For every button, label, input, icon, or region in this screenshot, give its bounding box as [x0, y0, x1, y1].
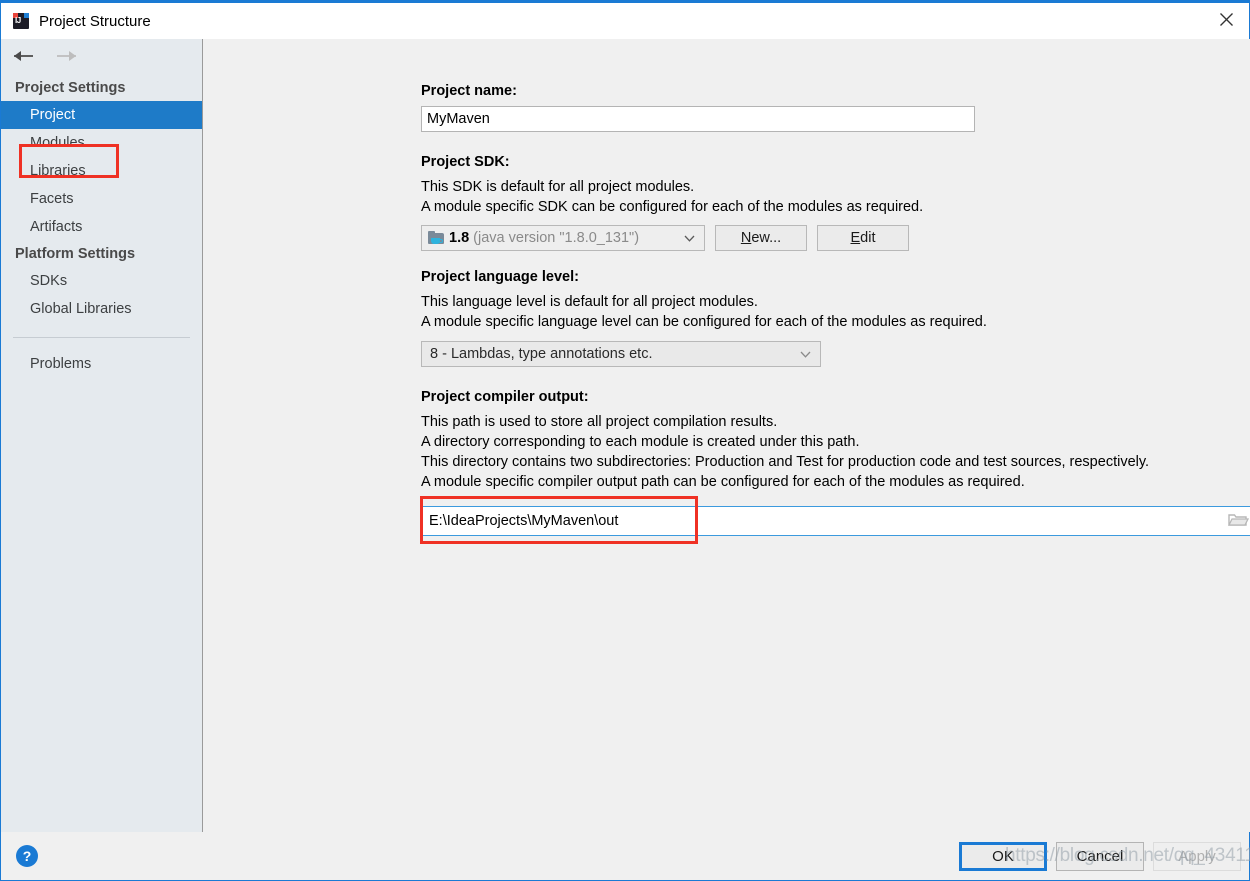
compiler-output-path-value: E:\IdeaProjects\MyMaven\out [429, 513, 619, 529]
compiler-output-path-field[interactable]: E:\IdeaProjects\MyMaven\out [421, 506, 1250, 536]
sdk-detail-text: (java version "1.8.0_131") [473, 230, 640, 246]
sidebar-item-facets[interactable]: Facets [1, 185, 202, 213]
sidebar-item-project[interactable]: Project [1, 101, 202, 129]
edit-sdk-button[interactable]: Edit [817, 225, 909, 251]
apply-button: Apply [1153, 841, 1241, 871]
project-settings-panel: Project name: Project SDK: This SDK is d… [203, 39, 1250, 832]
title-bar: IJ Project Structure [1, 3, 1249, 39]
sidebar-item-label: SDKs [30, 273, 68, 289]
project-sdk-label: Project SDK: [421, 154, 510, 170]
project-name-input[interactable] [421, 106, 975, 132]
project-sdk-desc-1: This SDK is default for all project modu… [421, 179, 695, 195]
sidebar-item-problems[interactable]: Problems [1, 350, 202, 378]
forward-arrow-icon [55, 49, 77, 66]
nav-arrow-bar [1, 39, 202, 75]
chevron-down-icon [684, 230, 695, 246]
sidebar-item-label: Libraries [30, 163, 86, 179]
project-name-label: Project name: [421, 83, 517, 99]
project-sdk-combobox[interactable]: 1.8 (java version "1.8.0_131") [421, 225, 705, 251]
compiler-output-desc-1: This path is used to store all project c… [421, 414, 778, 430]
ok-button[interactable]: OK [959, 841, 1047, 871]
sidebar-item-libraries[interactable]: Libraries [1, 157, 202, 185]
sidebar-item-label: Facets [30, 191, 74, 207]
compiler-output-label: Project compiler output: [421, 389, 589, 405]
new-button-rest: ew... [751, 230, 782, 246]
cancel-button[interactable]: Cancel [1056, 841, 1144, 871]
folder-browse-icon[interactable] [1227, 511, 1250, 531]
new-sdk-button[interactable]: New... [715, 225, 807, 251]
window-title: Project Structure [39, 12, 151, 30]
back-arrow-icon[interactable] [13, 49, 35, 66]
sidebar-item-label: Problems [30, 356, 92, 372]
sidebar-item-sdks[interactable]: SDKs [1, 267, 202, 295]
dialog-button-bar: OK Cancel Apply [959, 841, 1241, 871]
group-title-project-settings: Project Settings [15, 80, 126, 96]
dialog-footer: ? OK Cancel Apply [1, 832, 1249, 880]
close-icon[interactable] [1204, 3, 1249, 36]
help-icon[interactable]: ? [16, 845, 38, 867]
sidebar-item-label: Global Libraries [30, 301, 132, 317]
edit-button-rest: dit [860, 230, 876, 246]
sdk-row: 1.8 (java version "1.8.0_131") New... Ed… [421, 225, 1250, 251]
settings-sidebar: Project Settings Project Modules Librari… [1, 39, 203, 832]
project-sdk-desc-2: A module specific SDK can be configured … [421, 199, 924, 215]
language-level-desc-1: This language level is default for all p… [421, 294, 758, 310]
java-sdk-folder-icon [428, 230, 446, 246]
chevron-down-icon [800, 346, 811, 362]
sidebar-item-global-libraries[interactable]: Global Libraries [1, 295, 202, 323]
language-level-value: 8 - Lambdas, type annotations etc. [430, 346, 653, 362]
sidebar-item-label: Artifacts [30, 219, 83, 235]
intellij-idea-icon: IJ [12, 12, 30, 30]
sidebar-divider [13, 337, 190, 338]
sidebar-item-artifacts[interactable]: Artifacts [1, 213, 202, 241]
sidebar-item-label: Project [30, 107, 76, 123]
new-button-mnemonic: N [740, 230, 752, 246]
compiler-output-desc-2: A directory corresponding to each module… [421, 434, 860, 450]
sidebar-item-label: Modules [30, 135, 85, 151]
edit-button-mnemonic: E [850, 230, 861, 246]
language-level-desc-2: A module specific language level can be … [421, 314, 987, 330]
group-title-platform-settings: Platform Settings [15, 246, 136, 262]
dialog-body: Project Settings Project Modules Librari… [1, 39, 1250, 832]
compiler-output-desc-3: This directory contains two subdirectori… [421, 454, 1150, 470]
language-level-label: Project language level: [421, 269, 579, 285]
project-structure-dialog: IJ Project Structure Project Settings Pr… [0, 0, 1250, 881]
sdk-version-text: 1.8 [449, 230, 470, 246]
language-level-combobox[interactable]: 8 - Lambdas, type annotations etc. [421, 341, 821, 367]
sidebar-item-modules[interactable]: Modules [1, 129, 202, 157]
compiler-output-desc-4: A module specific compiler output path c… [421, 474, 1025, 490]
compiler-output-path-wrap: E:\IdeaProjects\MyMaven\out [420, 496, 1250, 544]
